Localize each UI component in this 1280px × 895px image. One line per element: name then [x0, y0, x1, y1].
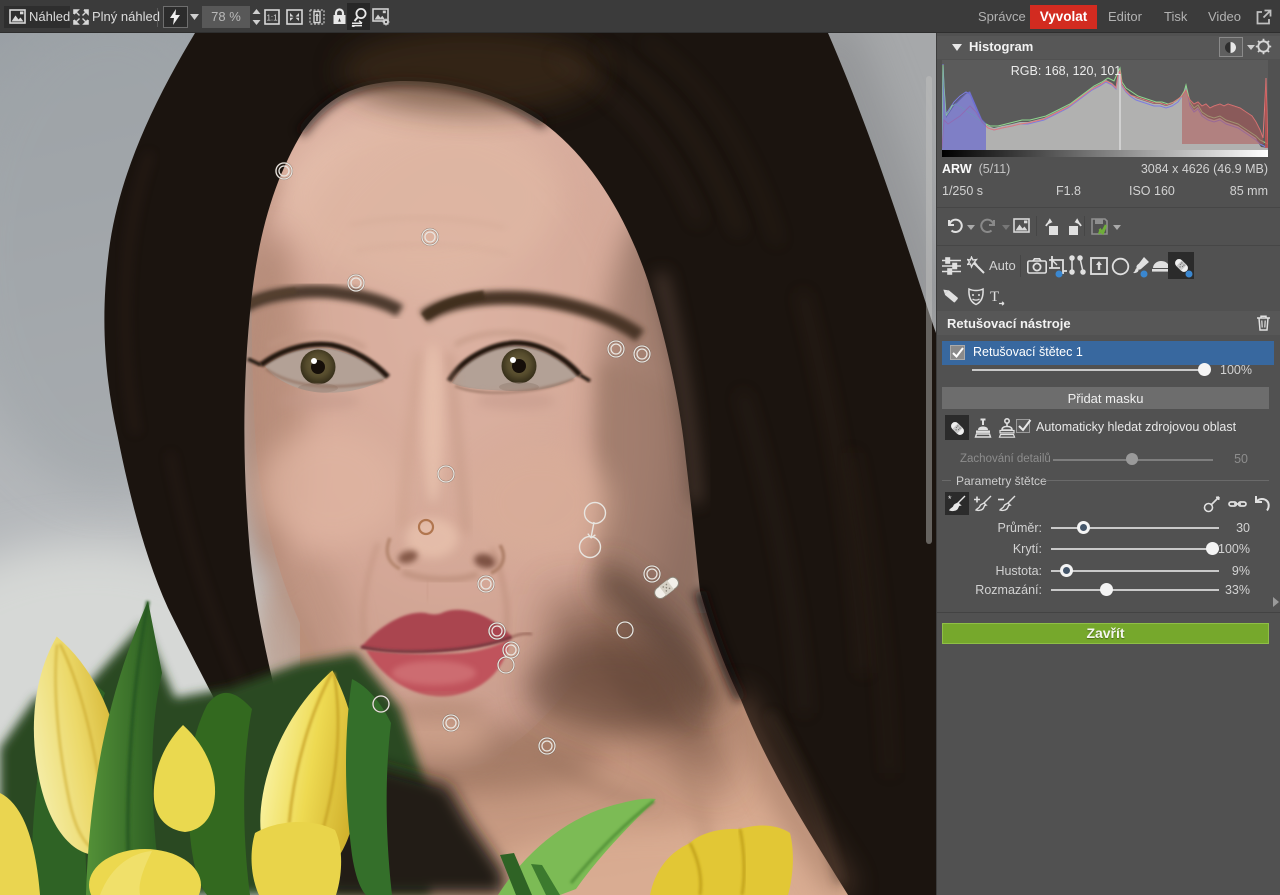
svg-text:1:1: 1:1 — [266, 14, 278, 23]
svg-text:*: * — [948, 494, 952, 504]
svg-text:T: T — [990, 289, 999, 305]
